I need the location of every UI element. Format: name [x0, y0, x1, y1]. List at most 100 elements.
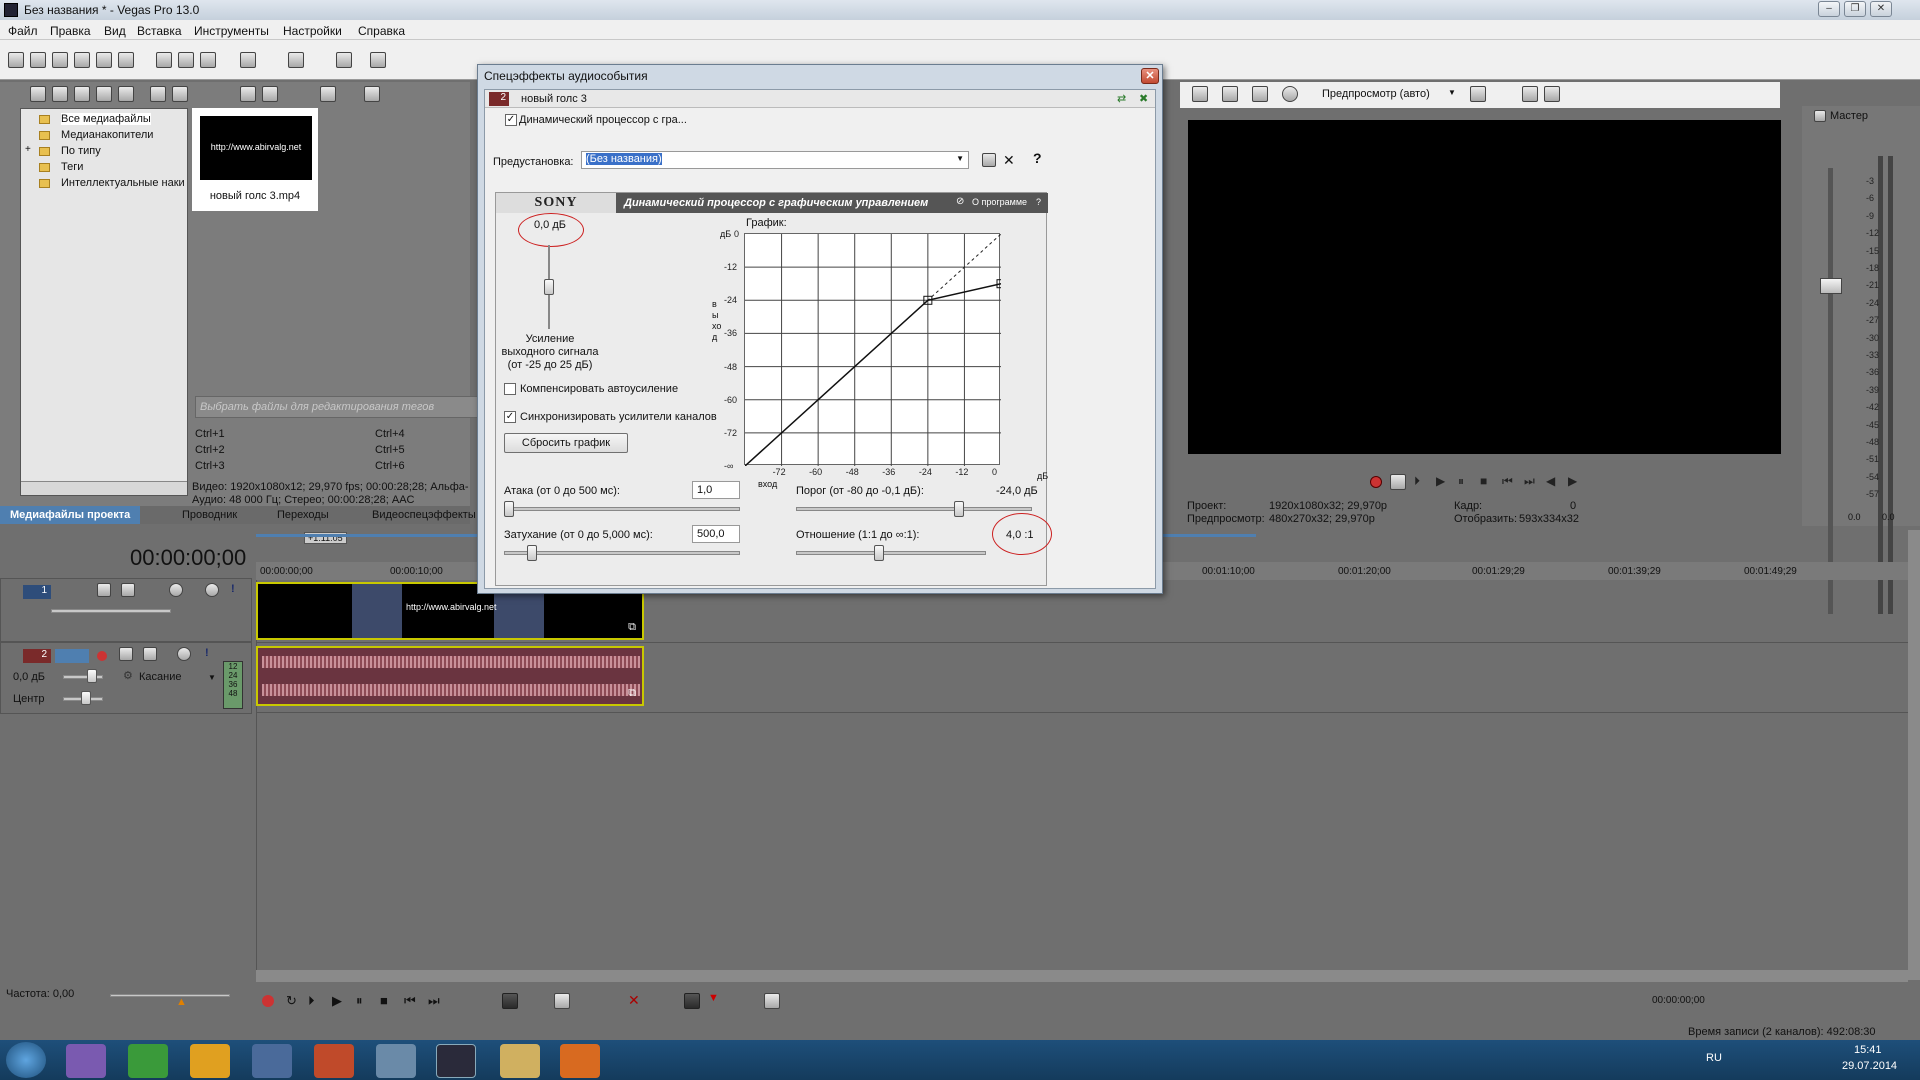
master-fader[interactable]: [1820, 278, 1842, 294]
arm-record-icon[interactable]: [97, 651, 107, 661]
marker-icon[interactable]: ▼: [708, 992, 719, 1004]
dialog-close-button[interactable]: ✕: [1141, 68, 1159, 84]
save-snapshot-icon[interactable]: [1544, 86, 1560, 102]
menu-view[interactable]: Вид: [104, 24, 126, 38]
weather-taskbar-icon[interactable]: [190, 1044, 230, 1078]
chevron-down-icon[interactable]: ▼: [1448, 88, 1456, 97]
mute-icon[interactable]: [205, 583, 219, 597]
help-icon[interactable]: ?: [1033, 150, 1042, 166]
language-indicator[interactable]: RU: [1706, 1052, 1722, 1064]
go-start-icon[interactable]: ⏮: [404, 993, 416, 1009]
master-bus-icon[interactable]: [1814, 110, 1826, 122]
calculator-taskbar-icon[interactable]: [376, 1044, 416, 1078]
stop-icon[interactable]: ■: [380, 993, 388, 1008]
fx-chain-icon[interactable]: ⇄: [1117, 92, 1126, 105]
delete-preset-icon[interactable]: ✕: [1003, 152, 1015, 169]
play-from-start-icon[interactable]: ⏵: [1414, 474, 1420, 489]
undo-icon[interactable]: [240, 52, 256, 68]
record-icon[interactable]: [262, 995, 274, 1007]
save-preset-icon[interactable]: [982, 153, 996, 167]
menu-tools[interactable]: Инструменты: [194, 24, 269, 38]
go-start-icon[interactable]: ⏮: [1502, 474, 1513, 489]
settings-gear-icon[interactable]: [169, 583, 183, 597]
threshold-slider[interactable]: [796, 507, 1032, 511]
solo-icon[interactable]: !: [231, 583, 235, 595]
event-fx-icon[interactable]: ⧉: [628, 621, 636, 634]
chevron-down-icon[interactable]: ▼: [956, 154, 964, 163]
tab-project-media[interactable]: Медиафайлы проекта: [0, 506, 141, 524]
preset-select[interactable]: (Без названия) ▼: [581, 151, 969, 169]
normal-edit-tool-icon[interactable]: [502, 993, 518, 1009]
close-window-button[interactable]: ✕: [1870, 1, 1892, 17]
menu-settings[interactable]: Настройки: [283, 24, 342, 38]
tab-video-fx[interactable]: Видеоспецэффекты: [372, 509, 476, 521]
save-icon[interactable]: [52, 52, 68, 68]
track-fx-icon[interactable]: [121, 583, 135, 597]
start-button-icon[interactable]: [6, 1042, 46, 1078]
save-as-icon[interactable]: [74, 52, 90, 68]
split-screen-icon[interactable]: [1282, 86, 1298, 102]
tree-item-smart-bins[interactable]: Интеллектуальные наки: [61, 177, 185, 189]
ccleaner-taskbar-icon[interactable]: [314, 1044, 354, 1078]
tab-explorer[interactable]: Проводник: [182, 509, 237, 521]
menu-edit[interactable]: Правка: [50, 24, 91, 38]
clock-date[interactable]: 29.07.2014: [1842, 1060, 1897, 1072]
attack-slider-thumb[interactable]: [504, 501, 515, 517]
open-icon[interactable]: [30, 52, 46, 68]
invert-phase-icon[interactable]: [119, 647, 133, 661]
render-icon[interactable]: [96, 52, 112, 68]
maximize-button[interactable]: ❐: [1844, 1, 1866, 17]
zoom-search-icon[interactable]: [364, 86, 380, 102]
cut-icon[interactable]: [156, 52, 172, 68]
volume-slider-thumb[interactable]: [87, 669, 97, 683]
compressor-graph[interactable]: [744, 233, 1004, 467]
capture-icon[interactable]: [52, 86, 68, 102]
menu-insert[interactable]: Вставка: [137, 24, 182, 38]
firefox-taskbar-icon[interactable]: [560, 1044, 600, 1078]
compositing-level-slider[interactable]: [51, 609, 171, 613]
ratio-slider[interactable]: [796, 551, 986, 555]
overlays-icon[interactable]: [1470, 86, 1486, 102]
release-slider[interactable]: [504, 551, 740, 555]
menu-help[interactable]: Справка: [358, 24, 405, 38]
audio-event[interactable]: ⧉: [256, 646, 644, 706]
solo-icon[interactable]: !: [205, 647, 209, 659]
volume-slider[interactable]: [63, 675, 103, 679]
paste-icon[interactable]: [200, 52, 216, 68]
audio-track-header[interactable]: 2 ! 0,0 дБ ⚙ Касание ▼ Центр 12 24 36 48: [0, 642, 252, 714]
pan-slider-thumb[interactable]: [81, 691, 91, 705]
new-project-icon[interactable]: [8, 52, 24, 68]
automation-mode[interactable]: Касание: [139, 671, 181, 683]
attack-input[interactable]: 1,0: [692, 481, 740, 499]
horizontal-scrollbar[interactable]: [256, 970, 1908, 982]
help-pointer-icon[interactable]: [370, 52, 386, 68]
minimize-button[interactable]: –: [1818, 1, 1840, 17]
pause-icon[interactable]: ⏸: [356, 993, 363, 1009]
views-icon[interactable]: [320, 86, 336, 102]
redo-icon[interactable]: [288, 52, 304, 68]
play-media-icon[interactable]: [240, 86, 256, 102]
tag-input[interactable]: Выбрать файлы для редактирования тегов: [195, 396, 495, 418]
remove-icon[interactable]: [150, 86, 166, 102]
search-media-icon[interactable]: [118, 86, 134, 102]
compensate-checkbox[interactable]: [504, 383, 516, 395]
chevron-down-icon[interactable]: ▼: [208, 673, 216, 682]
delete-icon[interactable]: ✕: [628, 992, 640, 1009]
tree-item-all-media[interactable]: Все медиафайлы: [61, 113, 151, 125]
project-properties-icon[interactable]: [1192, 86, 1208, 102]
get-media-icon[interactable]: [74, 86, 90, 102]
copy-snapshot-icon[interactable]: [1522, 86, 1538, 102]
video-track-header[interactable]: 1 !: [0, 578, 252, 642]
attack-slider[interactable]: [504, 507, 740, 511]
loop-icon[interactable]: [1390, 474, 1406, 490]
preview-quality-select[interactable]: Предпросмотр (авто): [1322, 88, 1430, 100]
release-input[interactable]: 500,0: [692, 525, 740, 543]
track-motion-icon[interactable]: [97, 583, 111, 597]
copy-icon[interactable]: [178, 52, 194, 68]
computer-taskbar-icon[interactable]: [252, 1044, 292, 1078]
menu-file[interactable]: Файл: [8, 24, 38, 38]
snap-icon[interactable]: [764, 993, 780, 1009]
stop-media-icon[interactable]: [262, 86, 278, 102]
mute-icon[interactable]: [177, 647, 191, 661]
sync-gain-checkbox[interactable]: ✓: [504, 411, 516, 423]
